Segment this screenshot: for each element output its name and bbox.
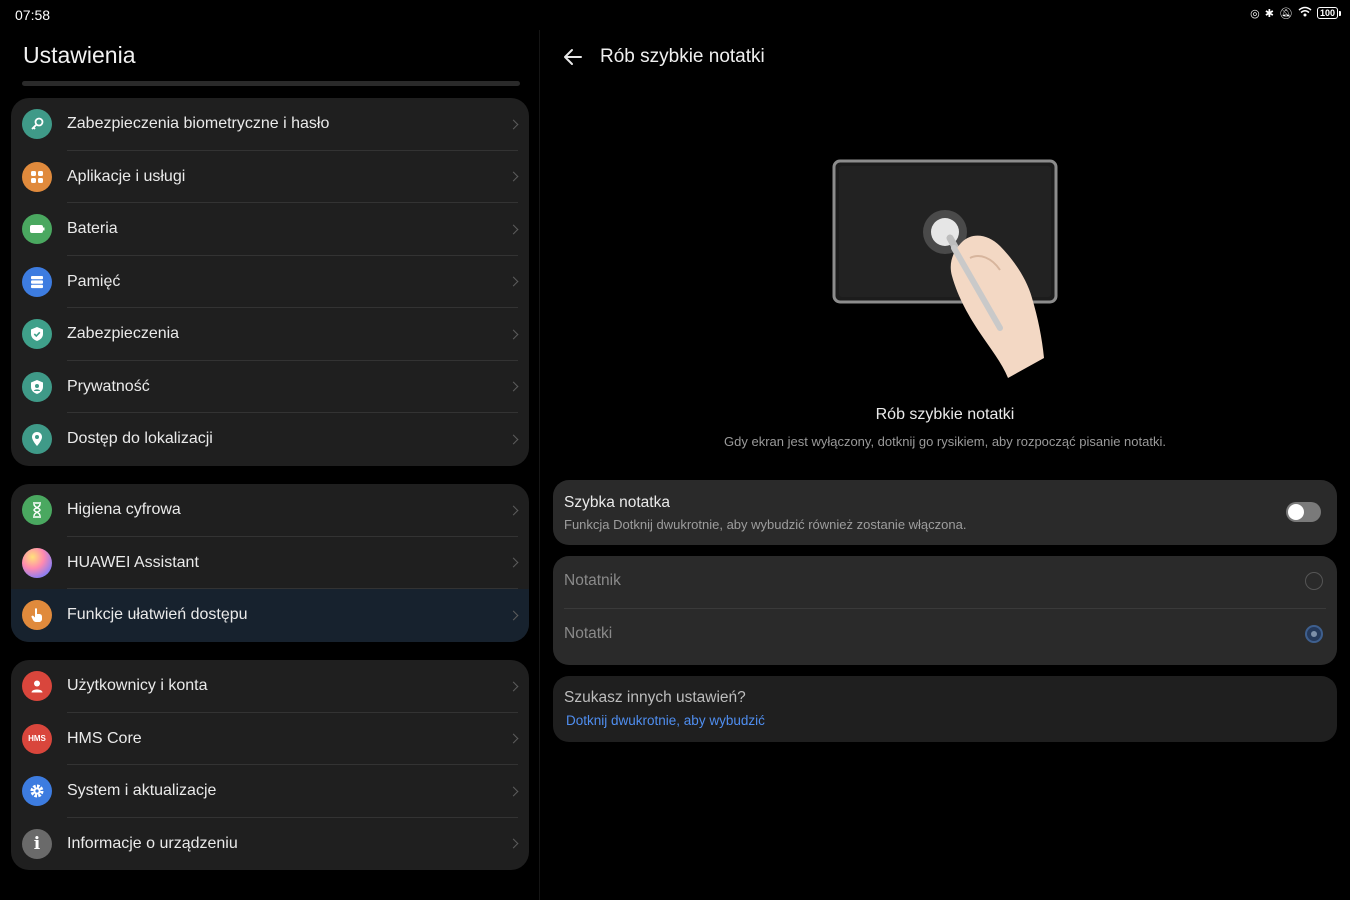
settings-item-label: Użytkownicy i konta <box>67 677 208 695</box>
chevron-right-icon <box>508 733 519 744</box>
location-icon <box>22 424 52 454</box>
settings-item-location[interactable]: Dostęp do lokalizacji <box>11 413 529 466</box>
settings-item-label: System i aktualizacje <box>67 782 217 800</box>
settings-item-label: HUAWEI Assistant <box>67 553 199 571</box>
settings-item-system[interactable]: System i aktualizacje <box>11 765 529 818</box>
assistant-icon <box>22 547 52 578</box>
bluetooth-icon: ✱ <box>1264 7 1274 20</box>
settings-item-label: Dostęp do lokalizacji <box>67 430 213 448</box>
settings-item-label: Bateria <box>67 220 118 238</box>
battery-icon <box>22 214 52 244</box>
search-bar[interactable] <box>22 81 520 86</box>
chevron-right-icon <box>508 557 519 568</box>
status-bar: 07:58 ◎ ✱ 🔕︎ 100 <box>0 0 1350 30</box>
chevron-right-icon <box>508 681 519 692</box>
settings-item-accessibility[interactable]: Funkcje ułatwień dostępu <box>11 589 529 642</box>
settings-pane: Ustawienia Zabezpieczenia biometryczne i… <box>0 30 540 900</box>
settings-item-huawei-assistant[interactable]: HUAWEI Assistant <box>11 537 529 589</box>
chevron-right-icon <box>508 505 519 516</box>
settings-item-label: Zabezpieczenia biometryczne i hasło <box>67 115 330 133</box>
hand-icon <box>22 600 52 630</box>
settings-item-hms-core[interactable]: HMS HMS Core <box>11 713 529 765</box>
battery-icon: 100 <box>1316 7 1342 19</box>
hourglass-icon <box>22 495 52 525</box>
chevron-right-icon <box>508 119 519 130</box>
hms-icon: HMS <box>22 723 52 754</box>
settings-item-apps[interactable]: Aplikacje i usługi <box>11 151 529 203</box>
settings-item-label: Funkcje ułatwień dostępu <box>67 606 248 624</box>
chevron-right-icon <box>508 786 519 797</box>
option-notatnik-radio[interactable] <box>1305 572 1323 590</box>
settings-item-security[interactable]: Zabezpieczenia <box>11 308 529 361</box>
chevron-right-icon <box>508 329 519 340</box>
chevron-right-icon <box>508 610 519 621</box>
settings-item-label: Zabezpieczenia <box>67 325 180 343</box>
settings-item-digital-balance[interactable]: Higiena cyfrowa <box>11 484 529 537</box>
wifi-icon <box>1298 6 1312 20</box>
status-time: 07:58 <box>15 7 51 23</box>
settings-item-battery[interactable]: Bateria <box>11 203 529 256</box>
chevron-right-icon <box>508 381 519 392</box>
toggle-knob <box>1288 504 1304 520</box>
settings-item-biometrics[interactable]: Zabezpieczenia biometryczne i hasło <box>11 98 529 151</box>
more-settings-title: Szukasz innych ustawień? <box>564 689 746 706</box>
chevron-right-icon <box>508 171 519 182</box>
chevron-right-icon <box>508 838 519 849</box>
chevron-right-icon <box>508 224 519 235</box>
app-options-card: Notatnik Notatki <box>553 556 1337 665</box>
mute-icon: 🔕︎ <box>1279 7 1293 20</box>
settings-item-privacy[interactable]: Prywatność <box>11 361 529 413</box>
option-notatnik-label: Notatnik <box>564 572 621 589</box>
chevron-right-icon <box>508 276 519 287</box>
user-icon <box>22 671 52 701</box>
settings-item-label: Aplikacje i usługi <box>67 167 186 185</box>
shield-check-icon <box>22 319 52 349</box>
settings-item-label: HMS Core <box>67 729 142 747</box>
status-icons: ◎ ✱ 🔕︎ 100 <box>1250 6 1342 20</box>
settings-group-2: Higiena cyfrowa HUAWEI Assistant Funkcje… <box>11 484 529 642</box>
key-icon <box>22 109 52 139</box>
settings-item-label: Pamięć <box>67 272 121 290</box>
option-notatki-radio[interactable] <box>1305 625 1323 643</box>
settings-item-label: Prywatność <box>67 377 150 395</box>
feature-title: Rób szybkie notatki <box>875 406 1015 423</box>
quick-note-title: Szybka notatka <box>564 494 670 511</box>
settings-group-1: Zabezpieczenia biometryczne i hasło Apli… <box>11 98 529 466</box>
settings-item-users[interactable]: Użytkownicy i konta <box>11 660 529 713</box>
detail-title: Rób szybkie notatki <box>600 46 765 67</box>
privacy-shield-icon <box>22 371 52 402</box>
settings-group-3: Użytkownicy i konta HMS HMS Core System … <box>11 660 529 870</box>
double-tap-wake-link[interactable]: Dotknij dwukrotnie, aby wybudzić <box>566 713 765 728</box>
settings-item-about-device[interactable]: i Informacje o urządzeniu <box>11 818 529 871</box>
chevron-right-icon <box>508 434 519 445</box>
back-arrow-icon[interactable] <box>562 46 584 68</box>
storage-icon <box>22 266 52 297</box>
quick-note-subtitle: Funkcja Dotknij dwukrotnie, aby wybudzić… <box>564 517 967 532</box>
apps-icon <box>22 161 52 192</box>
detail-pane: Rób szybkie notatki Rób szybkie notatki … <box>540 30 1350 900</box>
stylus-tablet-illustration <box>830 158 1060 383</box>
gear-icon <box>22 776 52 806</box>
info-icon: i <box>22 828 52 859</box>
settings-item-label: Informacje o urządzeniu <box>67 834 238 852</box>
quick-note-card: Szybka notatka Funkcja Dotknij dwukrotni… <box>553 480 1337 545</box>
settings-item-label: Higiena cyfrowa <box>67 501 181 519</box>
more-settings-card: Szukasz innych ustawień? Dotknij dwukrot… <box>553 676 1337 742</box>
option-notatki-label: Notatki <box>564 625 613 642</box>
divider <box>564 608 1326 609</box>
settings-item-storage[interactable]: Pamięć <box>11 256 529 308</box>
feature-description: Gdy ekran jest wyłączony, dotknij go rys… <box>724 434 1166 449</box>
page-title: Ustawienia <box>23 42 136 68</box>
quick-note-toggle[interactable] <box>1286 502 1321 522</box>
nfc-icon: ◎ <box>1250 7 1260 20</box>
